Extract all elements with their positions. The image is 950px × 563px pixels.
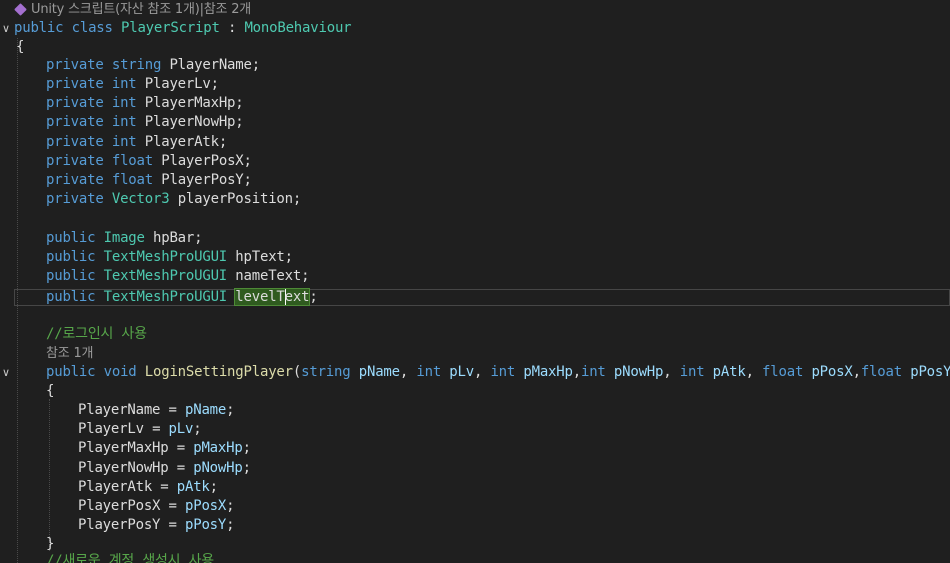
code-line[interactable]: PlayerPosX = pPosX;: [0, 497, 950, 516]
unity-cube-icon: [14, 3, 27, 16]
code-line[interactable]: private int PlayerMaxHp;: [0, 94, 950, 113]
code-line[interactable]: public TextMeshProUGUI hpText;: [0, 248, 950, 267]
code-line[interactable]: PlayerAtk = pAtk;: [0, 478, 950, 497]
code-line[interactable]: public class PlayerScript : MonoBehaviou…: [0, 19, 950, 38]
code-line-current[interactable]: public TextMeshProUGUI levelText;: [0, 288, 950, 307]
code-line[interactable]: PlayerNowHp = pNowHp;: [0, 459, 950, 478]
code-line[interactable]: PlayerPosY = pPosY;: [0, 516, 950, 535]
code-line[interactable]: private int PlayerLv;: [0, 75, 950, 94]
code-line[interactable]: private string PlayerName;: [0, 56, 950, 75]
highlighted-identifier[interactable]: levelText: [234, 288, 311, 306]
code-line[interactable]: public void LoginSettingPlayer(string pN…: [0, 363, 950, 382]
code-line[interactable]: PlayerName = pName;: [0, 401, 950, 420]
code-line[interactable]: private int PlayerNowHp;: [0, 113, 950, 132]
code-line[interactable]: private Vector3 playerPosition;: [0, 190, 950, 209]
code-line[interactable]: //새로운 계정 생성시 사용: [0, 552, 950, 563]
code-line[interactable]: public TextMeshProUGUI nameText;: [0, 267, 950, 286]
code-line[interactable]: private float PlayerPosX;: [0, 152, 950, 171]
code-line[interactable]: {: [0, 382, 950, 401]
code-line[interactable]: private float PlayerPosY;: [0, 171, 950, 190]
code-line[interactable]: //로그인시 사용: [0, 325, 950, 344]
code-line[interactable]: private int PlayerAtk;: [0, 133, 950, 152]
codelens-reference-link[interactable]: 참조 1개: [46, 344, 93, 363]
code-line[interactable]: public Image hpBar;: [0, 229, 950, 248]
codelens-row: Unity 스크립트(자산 참조 1개)|참조 2개: [0, 0, 950, 19]
code-line[interactable]: {: [0, 38, 950, 57]
codelens-row: 참조 1개: [0, 344, 950, 363]
code-line[interactable]: PlayerLv = pLv;: [0, 420, 950, 439]
code-editor[interactable]: ∨ ∨ Unity 스크립트(자산 참조 1개)|참조 2개 public cl…: [0, 0, 950, 563]
codelens-reference-link[interactable]: Unity 스크립트(자산 참조 1개)|참조 2개: [31, 2, 251, 17]
code-line[interactable]: PlayerMaxHp = pMaxHp;: [0, 439, 950, 458]
